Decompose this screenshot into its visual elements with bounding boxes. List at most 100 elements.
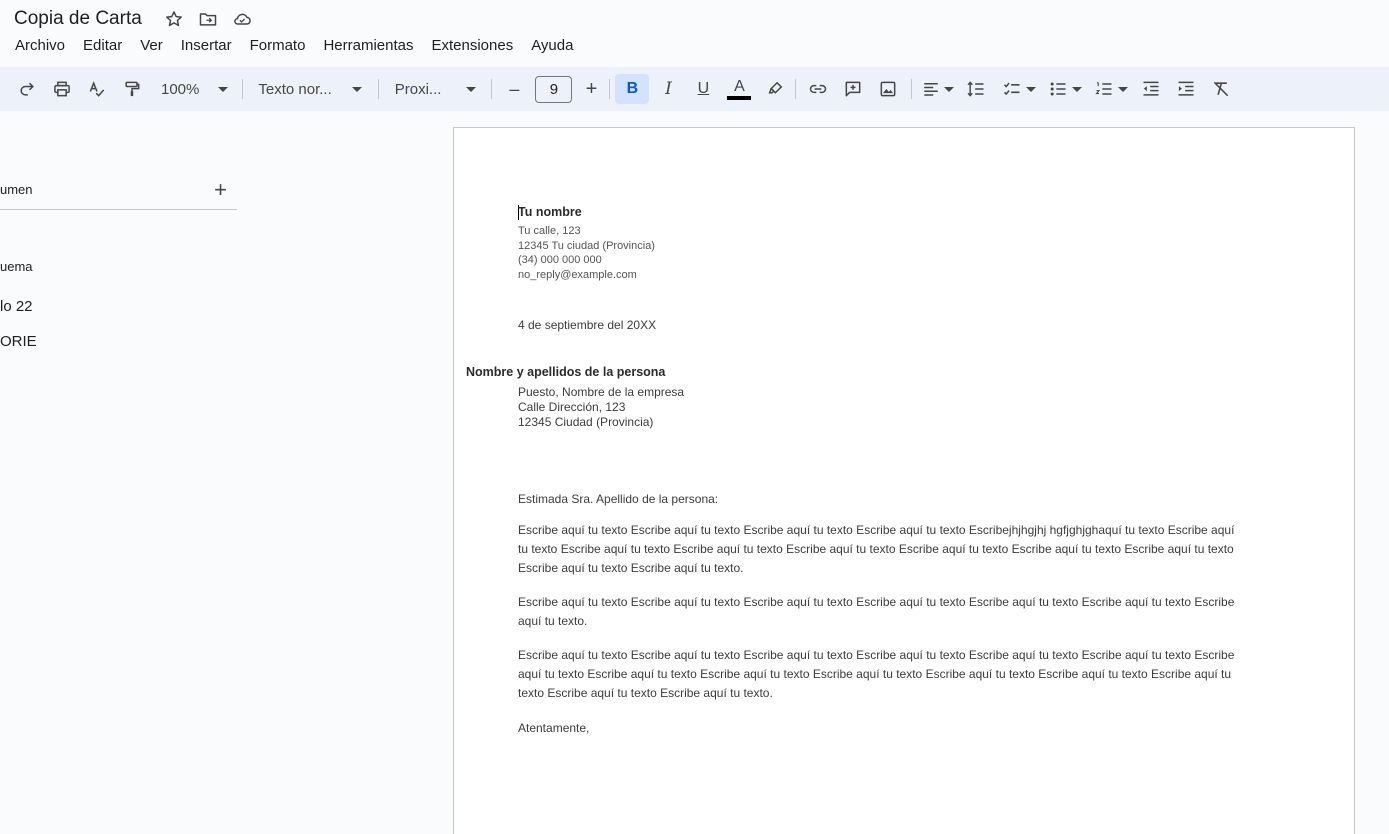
menu-herramientas[interactable]: Herramientas: [314, 36, 422, 55]
insert-link-button[interactable]: [803, 74, 833, 104]
text-color-icon: A: [734, 77, 745, 95]
print-button[interactable]: [47, 74, 77, 104]
recipient-name: Nombre y apellidos de la persona: [466, 365, 666, 379]
outline-section-label: uema: [0, 259, 33, 274]
increase-font-size-button[interactable]: +: [576, 74, 606, 104]
toolbar-divider: [609, 79, 611, 99]
font-select[interactable]: Proxi...: [395, 74, 477, 104]
redo-icon: [20, 82, 34, 96]
move-folder-icon[interactable]: [198, 9, 218, 29]
toolbar-divider: [377, 79, 379, 99]
menu-ver[interactable]: Ver: [131, 36, 172, 55]
outline-heading-item[interactable]: lo 22: [0, 298, 33, 315]
numbered-list-select[interactable]: [1091, 74, 1131, 104]
paragraph-style-value: Texto nor...: [258, 80, 332, 98]
increase-indent-button[interactable]: [1171, 74, 1201, 104]
menu-formato[interactable]: Formato: [241, 36, 315, 55]
clear-formatting-icon: [1214, 81, 1229, 97]
cloud-saved-icon[interactable]: [232, 9, 252, 29]
title-bar: Copia de Carta: [14, 6, 252, 32]
underline-button[interactable]: U: [688, 74, 718, 104]
document-outline-panel: umen + uema lo 22 ORIE: [0, 170, 240, 350]
menu-bar: Archivo Editar Ver Insertar Formato Herr…: [6, 36, 582, 55]
closing: Atentamente,: [518, 721, 590, 735]
chevron-down-icon: [1026, 86, 1037, 92]
chevron-down-icon: [1072, 86, 1083, 92]
paint-format-button[interactable]: [117, 74, 147, 104]
decrease-indent-icon: [1143, 81, 1159, 96]
line-spacing-icon: [967, 81, 984, 97]
sender-name: Tu nombre: [518, 205, 582, 219]
underline-icon: U: [697, 80, 710, 97]
align-left-icon: [924, 83, 939, 96]
print-icon: [54, 81, 70, 97]
decrease-indent-button[interactable]: [1136, 74, 1166, 104]
outline-header-label: umen: [0, 182, 33, 197]
chevron-down-icon: [466, 86, 477, 92]
menu-editar[interactable]: Editar: [74, 36, 131, 55]
bulleted-list-select[interactable]: [1045, 74, 1085, 104]
chevron-down-icon: [218, 86, 229, 92]
add-tab-button[interactable]: +: [214, 178, 227, 201]
bold-button[interactable]: B: [615, 74, 650, 104]
chevron-down-icon: [351, 86, 362, 92]
text-color-bar: [727, 95, 752, 100]
menu-archivo[interactable]: Archivo: [6, 36, 74, 55]
paragraph-style-select[interactable]: Texto nor...: [258, 74, 362, 104]
minus-icon: –: [509, 78, 520, 99]
italic-button[interactable]: I: [653, 74, 683, 104]
document-title[interactable]: Copia de Carta: [14, 8, 142, 30]
align-select[interactable]: [919, 74, 957, 104]
add-comment-icon: [846, 81, 861, 97]
bold-icon: B: [626, 80, 639, 97]
text-color-button[interactable]: A: [724, 74, 754, 104]
paint-format-icon: [125, 81, 140, 97]
sender-address-block: Tu calle, 123 12345 Tu ciudad (Provincia…: [518, 224, 655, 282]
link-icon: [810, 84, 827, 94]
recipient-address-block: Puesto, Nombre de la empresa Calle Direc…: [518, 385, 684, 430]
bulleted-list-icon: [1051, 82, 1066, 96]
recipient-city: 12345 Ciudad (Provincia): [518, 415, 654, 429]
highlighter-icon: [768, 81, 783, 94]
sender-street: Tu calle, 123: [518, 225, 581, 237]
toolbar-divider: [242, 79, 244, 99]
greeting: Estimada Sra. Apellido de la persona:: [518, 492, 719, 506]
plus-icon: +: [585, 77, 598, 100]
zoom-value: 100%: [161, 80, 200, 98]
zoom-select[interactable]: 100%: [161, 74, 229, 104]
italic-icon: I: [665, 79, 672, 99]
sender-city: 12345 Tu ciudad (Provincia): [518, 239, 655, 252]
insert-image-button[interactable]: [873, 74, 903, 104]
menu-extensiones[interactable]: Extensiones: [422, 36, 522, 55]
font-value: Proxi...: [394, 80, 442, 98]
body-paragraph: Escribe aquí tu texto Escribe aquí tu te…: [518, 648, 1235, 701]
image-icon: [881, 81, 896, 97]
chevron-down-icon: [944, 86, 955, 92]
star-icon[interactable]: [164, 9, 184, 29]
redo-button[interactable]: [12, 74, 42, 104]
font-size-input[interactable]: 9: [535, 75, 573, 103]
letter-date: 4 de septiembre del 20XX: [518, 318, 657, 332]
checklist-select[interactable]: [999, 74, 1039, 104]
clear-formatting-button[interactable]: [1206, 74, 1236, 104]
add-comment-button[interactable]: [838, 74, 868, 104]
body-paragraph: Escribe aquí tu texto Escribe aquí tu te…: [518, 523, 1235, 576]
outline-heading-item[interactable]: ORIE: [0, 333, 37, 350]
menu-ayuda[interactable]: Ayuda: [522, 36, 582, 55]
decrease-font-size-button[interactable]: –: [499, 74, 529, 104]
spellcheck-button[interactable]: [82, 74, 112, 104]
checklist-icon: [1004, 82, 1020, 96]
chevron-down-icon: [1118, 86, 1129, 92]
sender-phone: (34) 000 000 000: [518, 254, 602, 266]
line-spacing-button[interactable]: [961, 74, 991, 104]
sender-email: no_reply@example.com: [518, 268, 637, 281]
highlight-button[interactable]: [760, 74, 790, 104]
document-page[interactable]: Tu nombre Tu calle, 123 12345 Tu ciudad …: [453, 127, 1355, 834]
spellcheck-icon: [89, 81, 105, 97]
title-icons: [164, 9, 252, 29]
toolbar-divider: [911, 79, 913, 99]
toolbar-divider: [491, 79, 493, 99]
recipient-position: Puesto, Nombre de la empresa: [518, 385, 685, 399]
outline-header: umen +: [0, 170, 237, 210]
menu-insertar[interactable]: Insertar: [172, 36, 241, 55]
